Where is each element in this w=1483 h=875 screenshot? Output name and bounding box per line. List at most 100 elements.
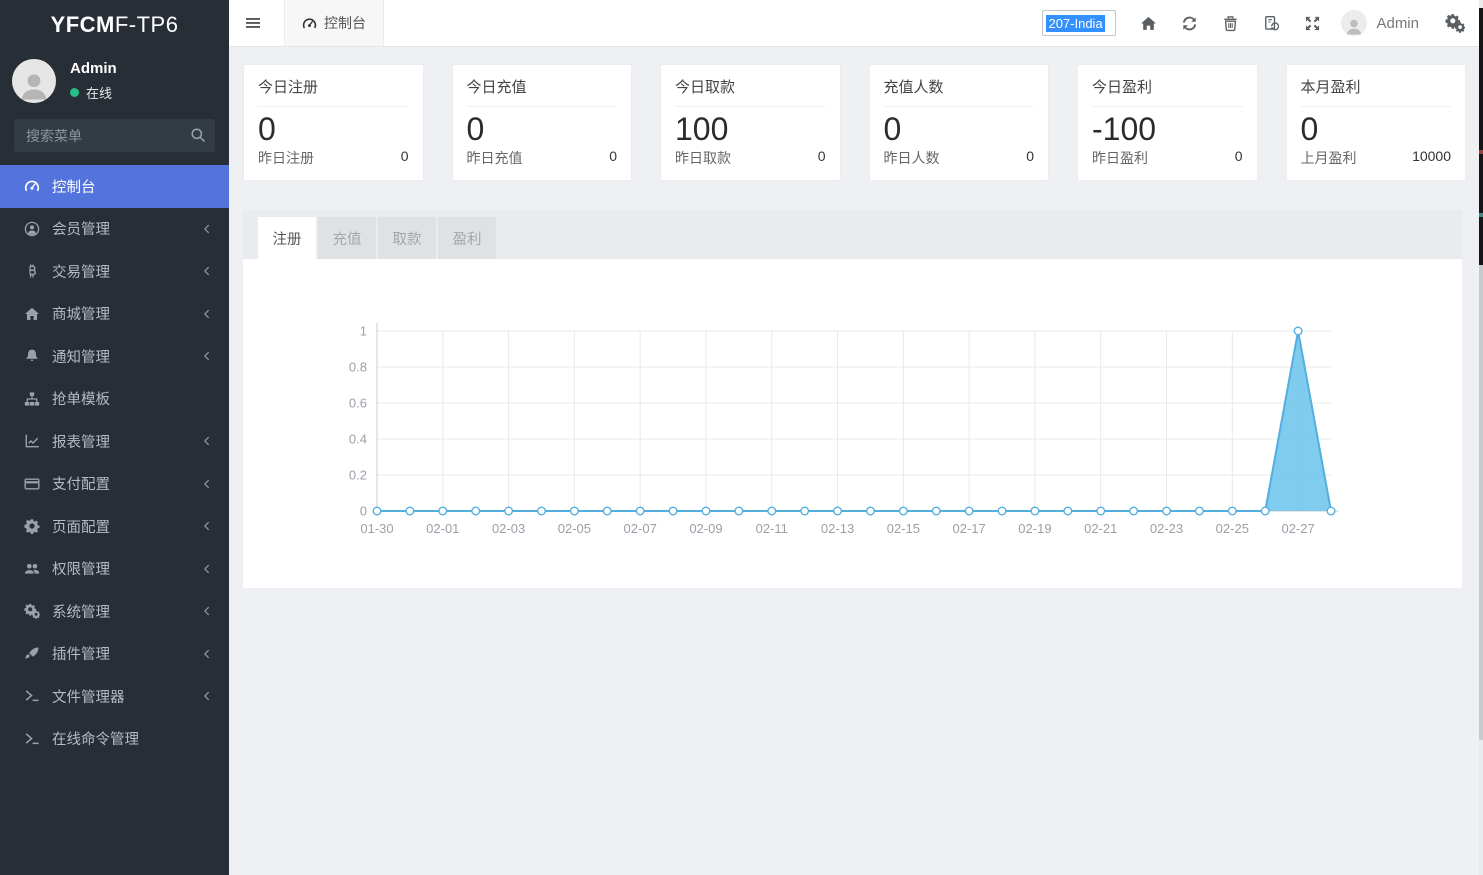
avatar[interactable] (12, 59, 56, 103)
chevron-left-icon (201, 350, 213, 362)
sidebar-item-6[interactable]: 报表管理 (0, 420, 229, 463)
stat-title: 今日取款 (675, 76, 826, 107)
topbar-icon-group (1128, 3, 1333, 43)
svg-text:1: 1 (360, 324, 367, 339)
stat-value: 0 (467, 112, 618, 147)
svg-text:02-11: 02-11 (756, 521, 788, 536)
sidebar-item-12[interactable]: 文件管理器 (0, 675, 229, 718)
chevron-left-icon (201, 435, 213, 447)
content-area: 今日注册0昨日注册0今日充值0昨日充值0今日取款100昨日取款0充值人数0昨日人… (229, 47, 1483, 875)
stat-value: 0 (1301, 112, 1452, 147)
member-icon (24, 221, 40, 237)
chart-line-icon (24, 433, 40, 449)
chevron-left-icon (201, 478, 213, 490)
stat-value: 100 (675, 112, 826, 147)
trash-icon[interactable] (1210, 3, 1251, 43)
browser-scrollbar[interactable] (1479, 0, 1483, 875)
svg-text:02-17: 02-17 (953, 521, 986, 536)
dashboard-icon (302, 16, 317, 31)
svg-text:02-09: 02-09 (689, 521, 722, 536)
chart-tabstrip: 注册充值取款盈利 (243, 210, 1462, 259)
user-info: Admin 在线 (70, 60, 117, 102)
sidebar-item-2[interactable]: 交易管理 (0, 250, 229, 293)
sidebar-item-11[interactable]: 插件管理 (0, 633, 229, 676)
stat-sub-value: 0 (818, 148, 826, 168)
credit-card-icon (24, 476, 40, 492)
stat-title: 本月盈利 (1301, 76, 1452, 107)
sidebar-item-label: 插件管理 (52, 643, 201, 664)
rocket-icon (24, 646, 40, 662)
chevron-left-icon (201, 265, 213, 277)
topbar-username[interactable]: Admin (1376, 15, 1419, 32)
sidebar-item-7[interactable]: 支付配置 (0, 463, 229, 506)
svg-text:0.6: 0.6 (349, 396, 367, 411)
chart-tab-2[interactable]: 取款 (378, 217, 436, 259)
stat-sub-label: 昨日人数 (884, 148, 940, 168)
user-status-label: 在线 (86, 83, 112, 102)
chart-tab-3[interactable]: 盈利 (438, 217, 496, 259)
chevron-left-icon (201, 520, 213, 532)
sidebar-item-0[interactable]: 控制台 (0, 165, 229, 208)
sidebar-item-label: 文件管理器 (52, 686, 201, 707)
svg-text:01-30: 01-30 (360, 521, 393, 536)
topbar: 控制台 207-India Admin (229, 0, 1483, 47)
topbar-search-selected-text: 207-India (1046, 15, 1104, 32)
sidebar-item-label: 抢单模板 (52, 388, 213, 409)
search-input[interactable] (14, 119, 215, 152)
sidebar-item-4[interactable]: 通知管理 (0, 335, 229, 378)
stat-title: 今日注册 (258, 76, 409, 107)
stat-value: -100 (1092, 112, 1243, 147)
chart-tab-1[interactable]: 充值 (318, 217, 376, 259)
topbar-tab-dashboard[interactable]: 控制台 (284, 0, 384, 46)
app-root: YFCMF-TP6 Admin 在线 控制台会员管理交易管理商城管理通知管理抢单… (0, 0, 1483, 875)
sidebar-item-5[interactable]: 抢单模板 (0, 378, 229, 421)
sidebar-item-label: 支付配置 (52, 473, 201, 494)
fullscreen-icon[interactable] (1292, 3, 1333, 43)
sidebar-item-label: 报表管理 (52, 431, 201, 452)
stat-sub-label: 昨日充值 (467, 148, 523, 168)
topbar-search-input[interactable]: 207-India (1042, 10, 1116, 36)
sidebar-item-1[interactable]: 会员管理 (0, 208, 229, 251)
settings-gears-icon[interactable] (1445, 13, 1465, 33)
menu-search (14, 119, 215, 152)
topbar-avatar[interactable] (1341, 10, 1367, 36)
stat-card-5: 本月盈利0上月盈利10000 (1286, 64, 1467, 181)
topbar-tab-label: 控制台 (324, 13, 366, 33)
sitemap-icon (24, 391, 40, 407)
svg-text:02-21: 02-21 (1084, 521, 1117, 536)
stat-card-3: 充值人数0昨日人数0 (869, 64, 1050, 181)
sidebar-item-9[interactable]: 权限管理 (0, 548, 229, 591)
search-icon (190, 127, 206, 143)
registrations-area-chart: 00.20.40.60.8101-3002-0102-0302-0502-070… (243, 259, 1462, 588)
refresh-icon[interactable] (1169, 3, 1210, 43)
clear-cache-icon[interactable] (1251, 3, 1292, 43)
stat-sub-label: 昨日盈利 (1092, 148, 1148, 168)
svg-text:0.8: 0.8 (349, 360, 367, 375)
stat-title: 今日盈利 (1092, 76, 1243, 107)
sidebar-item-13[interactable]: 在线命令管理 (0, 718, 229, 761)
stat-sub-value: 0 (1026, 148, 1034, 168)
stat-value: 0 (258, 112, 409, 147)
topbar-right: 207-India Admin (1042, 3, 1483, 43)
home-icon[interactable] (1128, 3, 1169, 43)
sidebar-item-3[interactable]: 商城管理 (0, 293, 229, 336)
hamburger-icon[interactable] (245, 15, 261, 31)
chevron-left-icon (201, 605, 213, 617)
svg-text:0: 0 (360, 504, 367, 519)
chevron-left-icon (201, 223, 213, 235)
svg-text:02-27: 02-27 (1281, 521, 1314, 536)
sidebar-item-10[interactable]: 系统管理 (0, 590, 229, 633)
sidebar-item-8[interactable]: 页面配置 (0, 505, 229, 548)
sidebar-menu: 控制台会员管理交易管理商城管理通知管理抢单模板报表管理支付配置页面配置权限管理系… (0, 165, 229, 760)
sidebar-item-label: 系统管理 (52, 601, 201, 622)
svg-text:02-01: 02-01 (426, 521, 459, 536)
svg-text:02-25: 02-25 (1216, 521, 1249, 536)
svg-text:02-15: 02-15 (887, 521, 920, 536)
chevron-left-icon (201, 563, 213, 575)
stat-sub-label: 昨日取款 (675, 148, 731, 168)
online-dot-icon (70, 88, 79, 97)
chevron-left-icon (201, 690, 213, 702)
sidebar-item-label: 会员管理 (52, 218, 201, 239)
chevron-left-icon (201, 648, 213, 660)
chart-tab-0[interactable]: 注册 (258, 217, 316, 259)
